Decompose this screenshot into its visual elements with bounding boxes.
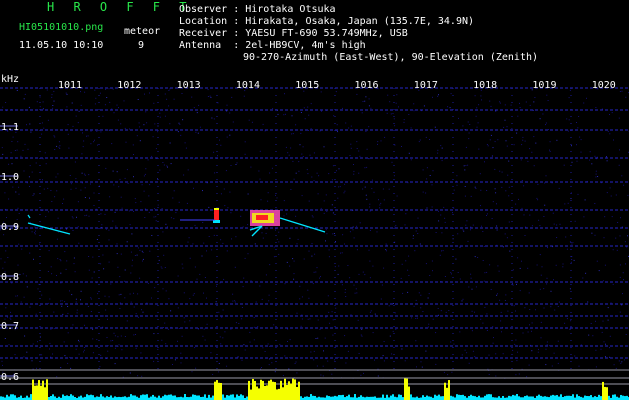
observer-row: Observer : Hirotaka Otsuka (179, 4, 336, 15)
spectrogram-plot: kHz 1011 1012 1013 1014 1015 1016 1017 1018 1019… (0, 74, 629, 400)
meteor-trace (27, 214, 31, 219)
observer-value: Hirotaka Otsuka (245, 4, 336, 15)
meteor-label: meteor (124, 26, 161, 37)
freq-tick-label: 0.6 (1, 372, 19, 383)
time-tick-label: 1019 (532, 80, 556, 91)
antenna-orientation: 90-270-Azimuth (East-West), 90-Elevation… (243, 52, 539, 63)
noise-background (0, 88, 629, 379)
power-bars (0, 378, 629, 400)
time-tick-label: 1015 (295, 80, 319, 91)
time-tick-label: 1018 (473, 80, 497, 91)
freq-tick-label: 0.7 (1, 321, 19, 332)
freq-tick-label: 1.1 (1, 122, 19, 133)
freq-tick-label: 0.9 (1, 222, 19, 233)
meteor-echo (214, 208, 219, 210)
signal-traces (27, 208, 326, 237)
freq-tick-label: 0.8 (1, 272, 19, 283)
time-tick-label: 1014 (236, 80, 260, 91)
meteor-echo (214, 210, 219, 220)
time-tick-label: 1011 (58, 80, 82, 91)
location-row: Location : Hirakata, Osaka, Japan (135.7… (179, 16, 475, 27)
location-value: Hirakata, Osaka, Japan (135.7E, 34.9N) (245, 16, 475, 27)
meteor-trace (279, 217, 326, 233)
spectrogram-window: H R O F F T HI05101010.png 11.05.10 10:1… (0, 0, 629, 400)
meteor-count: 9 (138, 40, 145, 51)
time-tick-label: 1013 (177, 80, 201, 91)
time-tick-label: 1020 (592, 80, 616, 91)
antenna-value: 2el-HB9CV, 4m's high (245, 40, 366, 51)
app-brand: H R O F F T (47, 0, 193, 14)
timestamp: 11.05.10 10:10 (19, 40, 104, 51)
time-ticks: 1011 1012 1013 1014 1015 1016 1017 1018 1019 1020 (58, 80, 616, 91)
receiver-value: YAESU FT-690 53.749MHz, USB (245, 28, 408, 39)
meteor-echo (256, 215, 268, 220)
time-tick-label: 1012 (117, 80, 141, 91)
time-tick-label: 1017 (414, 80, 438, 91)
gridlines (0, 87, 629, 385)
file-name: HI05101010.png (19, 22, 104, 33)
freq-ticks: 1.1 1.0 0.9 0.8 0.7 0.6 (0, 122, 19, 383)
freq-tick-label: 1.0 (1, 172, 19, 183)
time-tick-label: 1016 (355, 80, 379, 91)
freq-unit-label: kHz (1, 74, 19, 85)
receiver-row: Receiver : YAESU FT-690 53.749MHz, USB (179, 28, 408, 39)
antenna-row: Antenna : 2el-HB9CV, 4m's high (179, 40, 366, 51)
